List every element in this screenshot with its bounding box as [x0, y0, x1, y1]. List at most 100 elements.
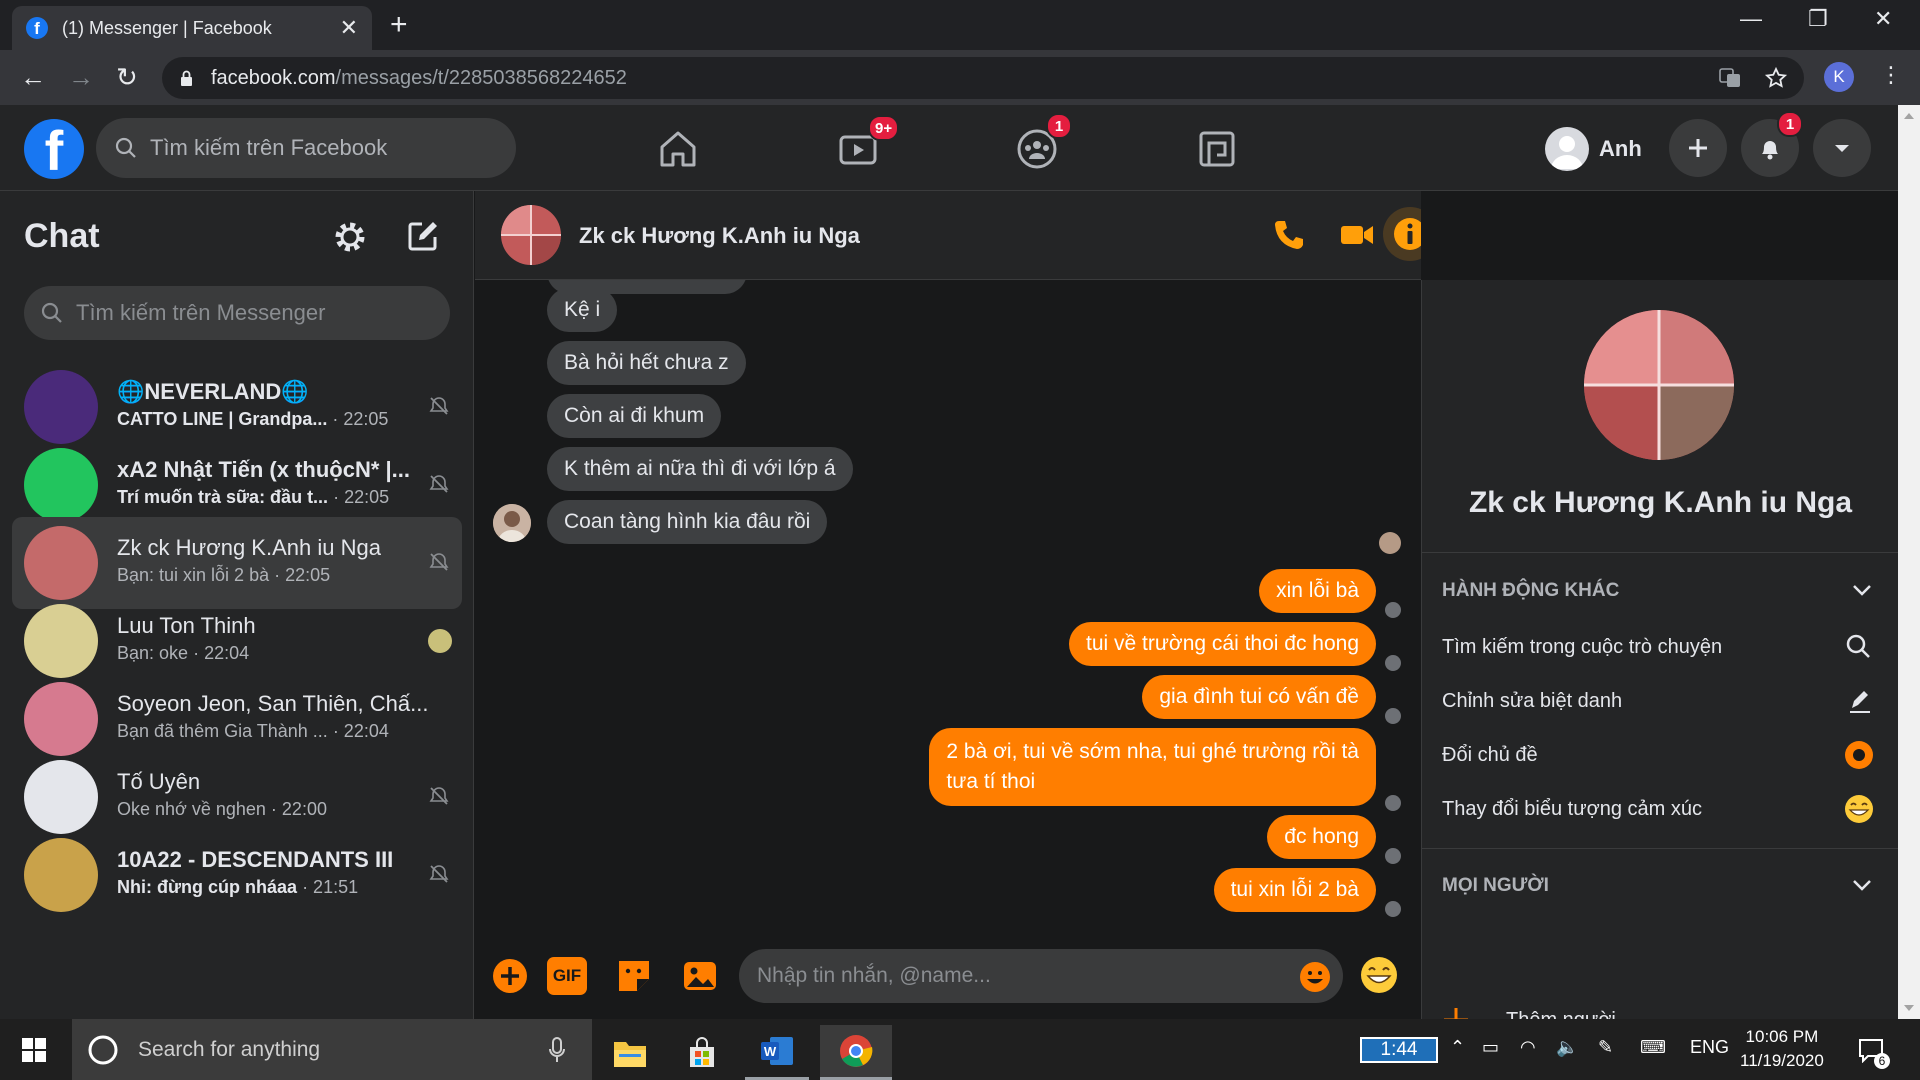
- conversation-item[interactable]: 10A22 - DESCENDANTS III Nhi: đừng cúp nhá…: [12, 829, 462, 921]
- gear-icon[interactable]: [332, 219, 368, 255]
- facebook-favicon-icon: f: [26, 17, 48, 39]
- create-button[interactable]: [1669, 119, 1727, 177]
- microsoft-store-icon[interactable]: [670, 1025, 734, 1080]
- message-thread[interactable]: Kệ i Bà hỏi hết chưa z Còn ai đi khum K …: [475, 280, 1421, 935]
- messenger-search-input[interactable]: Tìm kiếm trên Messenger: [24, 286, 450, 340]
- add-people[interactable]: Thêm người: [1506, 1009, 1616, 1019]
- conversation-preview-text: CATTO LINE | Grandpa...: [117, 409, 328, 429]
- tray-overflow-icon[interactable]: ⌃: [1450, 1037, 1465, 1058]
- pencil-icon[interactable]: [1844, 686, 1874, 716]
- windows-start-icon[interactable]: [22, 1038, 46, 1062]
- reload-icon[interactable]: ↻: [116, 62, 138, 93]
- grinning-emoji-icon[interactable]: [1844, 794, 1874, 824]
- emoji-icon[interactable]: [1299, 961, 1331, 993]
- group-photo-icon: [501, 205, 561, 265]
- incoming-message[interactable]: Bà hỏi hết chưa z: [547, 341, 746, 385]
- facebook-search-input[interactable]: Tìm kiếm trên Facebook: [96, 118, 516, 178]
- back-icon[interactable]: ←: [20, 62, 46, 93]
- avatar: [24, 370, 98, 444]
- outgoing-message[interactable]: 2 bà ơi, tui về sớm nha, tui ghé trường …: [929, 728, 1376, 806]
- outgoing-message[interactable]: gia đình tui có vấn đề: [1142, 675, 1376, 719]
- incoming-message[interactable]: Còn ai đi khum: [547, 394, 722, 438]
- home-icon[interactable]: [656, 127, 700, 171]
- change-theme[interactable]: Đổi chủ đề: [1442, 744, 1538, 767]
- clock[interactable]: 10:06 PM 11/19/2020: [1740, 1025, 1824, 1073]
- info-button[interactable]: [1383, 207, 1421, 261]
- message-input[interactable]: Nhập tin nhắn, @name...: [739, 949, 1343, 1003]
- volume-icon[interactable]: 🔈: [1556, 1037, 1578, 1058]
- browser-profile-avatar[interactable]: K: [1824, 62, 1854, 92]
- search-icon: [115, 137, 136, 158]
- language-indicator[interactable]: ENG: [1690, 1037, 1729, 1058]
- chrome-menu-icon[interactable]: ⋮: [1880, 62, 1902, 88]
- avatar: [24, 526, 98, 600]
- search-in-conversation[interactable]: Tìm kiếm trong cuộc trò chuyện: [1442, 636, 1722, 659]
- video-call-icon[interactable]: [1339, 217, 1375, 253]
- account-menu-button[interactable]: [1813, 119, 1871, 177]
- browser-tab[interactable]: f (1) Messenger | Facebook ✕: [12, 6, 372, 50]
- pen-icon[interactable]: ✎: [1598, 1037, 1613, 1058]
- photo-icon[interactable]: [681, 957, 719, 995]
- sent-check-icon: [1385, 602, 1401, 618]
- theme-color-icon[interactable]: [1844, 740, 1874, 770]
- wifi-icon[interactable]: ◠: [1520, 1037, 1536, 1058]
- page-scrollbar[interactable]: [1898, 105, 1920, 1019]
- svg-text:W: W: [764, 1044, 777, 1059]
- scroll-down-icon[interactable]: [1898, 997, 1920, 1019]
- forward-icon[interactable]: →: [68, 62, 94, 93]
- gif-button[interactable]: GIF: [547, 957, 587, 995]
- microphone-icon[interactable]: [548, 1037, 566, 1063]
- sticker-icon[interactable]: [615, 957, 653, 995]
- battery-indicator[interactable]: 1:44: [1360, 1037, 1438, 1063]
- taskbar-search-input[interactable]: Search for anything: [72, 1019, 592, 1080]
- minimize-icon[interactable]: —: [1740, 6, 1762, 32]
- bookmark-star-icon[interactable]: [1764, 66, 1788, 90]
- url-bar[interactable]: facebook.com/messages/t/2285038568224652: [162, 57, 1804, 99]
- chevron-down-icon[interactable]: [1850, 578, 1874, 602]
- word-icon[interactable]: W: [745, 1025, 809, 1080]
- conversation-preview: Oke nhớ về nghen · 22:00: [117, 799, 327, 820]
- scroll-up-icon[interactable]: [1898, 105, 1920, 127]
- change-emoji[interactable]: Thay đổi biểu tượng cảm xúc: [1442, 798, 1702, 821]
- keyboard-icon[interactable]: ⌨: [1640, 1037, 1666, 1058]
- add-attachment-icon[interactable]: [491, 957, 529, 995]
- conversation-avatar[interactable]: [501, 205, 561, 265]
- conversation-preview-text: Trí muốn trà sữa: đầu t...: [117, 487, 329, 507]
- conversation-preview: Nhi: đừng cúp nháaa · 21:51: [117, 877, 358, 898]
- chevron-down-icon[interactable]: [1850, 873, 1874, 897]
- facebook-header: f Tìm kiếm trên Facebook 9+ 1 Anh 1: [0, 105, 1898, 191]
- taskbar-search-placeholder: Search for anything: [138, 1037, 321, 1061]
- conversation-name: Zk ck Hương K.Anh iu Nga: [117, 535, 381, 560]
- translate-icon[interactable]: [1718, 66, 1742, 90]
- battery-icon[interactable]: ▭: [1482, 1037, 1499, 1058]
- outgoing-message[interactable]: tui về trường cái thoi đc hong: [1069, 622, 1376, 666]
- person-photo-icon: [493, 504, 531, 542]
- outgoing-message-line: 2 bà ơi, tui về sớm nha, tui ghé trường …: [946, 740, 1359, 763]
- incoming-message[interactable]: Coan tàng hình kia đâu rồi: [547, 500, 828, 544]
- group-photo-icon: [1584, 310, 1734, 460]
- search-icon[interactable]: [1844, 632, 1874, 662]
- phone-icon[interactable]: [1271, 217, 1307, 253]
- chrome-icon[interactable]: [820, 1025, 892, 1080]
- restore-icon[interactable]: ❐: [1808, 6, 1828, 32]
- info-title: Zk ck Hương K.Anh iu Nga: [1468, 486, 1853, 519]
- compose-icon[interactable]: [406, 219, 440, 253]
- outgoing-message[interactable]: đc hong: [1267, 815, 1376, 859]
- profile-shortcut[interactable]: Anh: [1545, 127, 1642, 171]
- edit-nicknames[interactable]: Chỉnh sửa biệt danh: [1442, 690, 1622, 713]
- new-tab-button[interactable]: +: [390, 8, 408, 42]
- incoming-message[interactable]: K thêm ai nữa thì đi với lớp á: [547, 447, 853, 491]
- file-explorer-icon[interactable]: [598, 1025, 662, 1080]
- close-tab-icon[interactable]: ✕: [340, 15, 358, 41]
- more-actions-header[interactable]: HÀNH ĐỘNG KHÁC: [1442, 580, 1619, 602]
- outgoing-message[interactable]: xin lỗi bà: [1259, 569, 1376, 613]
- window-close-icon[interactable]: ✕: [1874, 6, 1892, 32]
- outgoing-message[interactable]: tui xin lỗi 2 bà: [1213, 868, 1376, 912]
- gaming-icon[interactable]: [1195, 127, 1239, 171]
- conversation-title[interactable]: Zk ck Hương K.Anh iu Nga: [579, 223, 860, 249]
- facebook-logo-icon[interactable]: f: [24, 119, 84, 179]
- plus-icon[interactable]: [1442, 1006, 1470, 1019]
- people-header[interactable]: MỌI NGƯỜI: [1442, 875, 1549, 897]
- quick-reaction-icon[interactable]: [1359, 955, 1399, 995]
- incoming-message[interactable]: Kệ i: [547, 288, 618, 332]
